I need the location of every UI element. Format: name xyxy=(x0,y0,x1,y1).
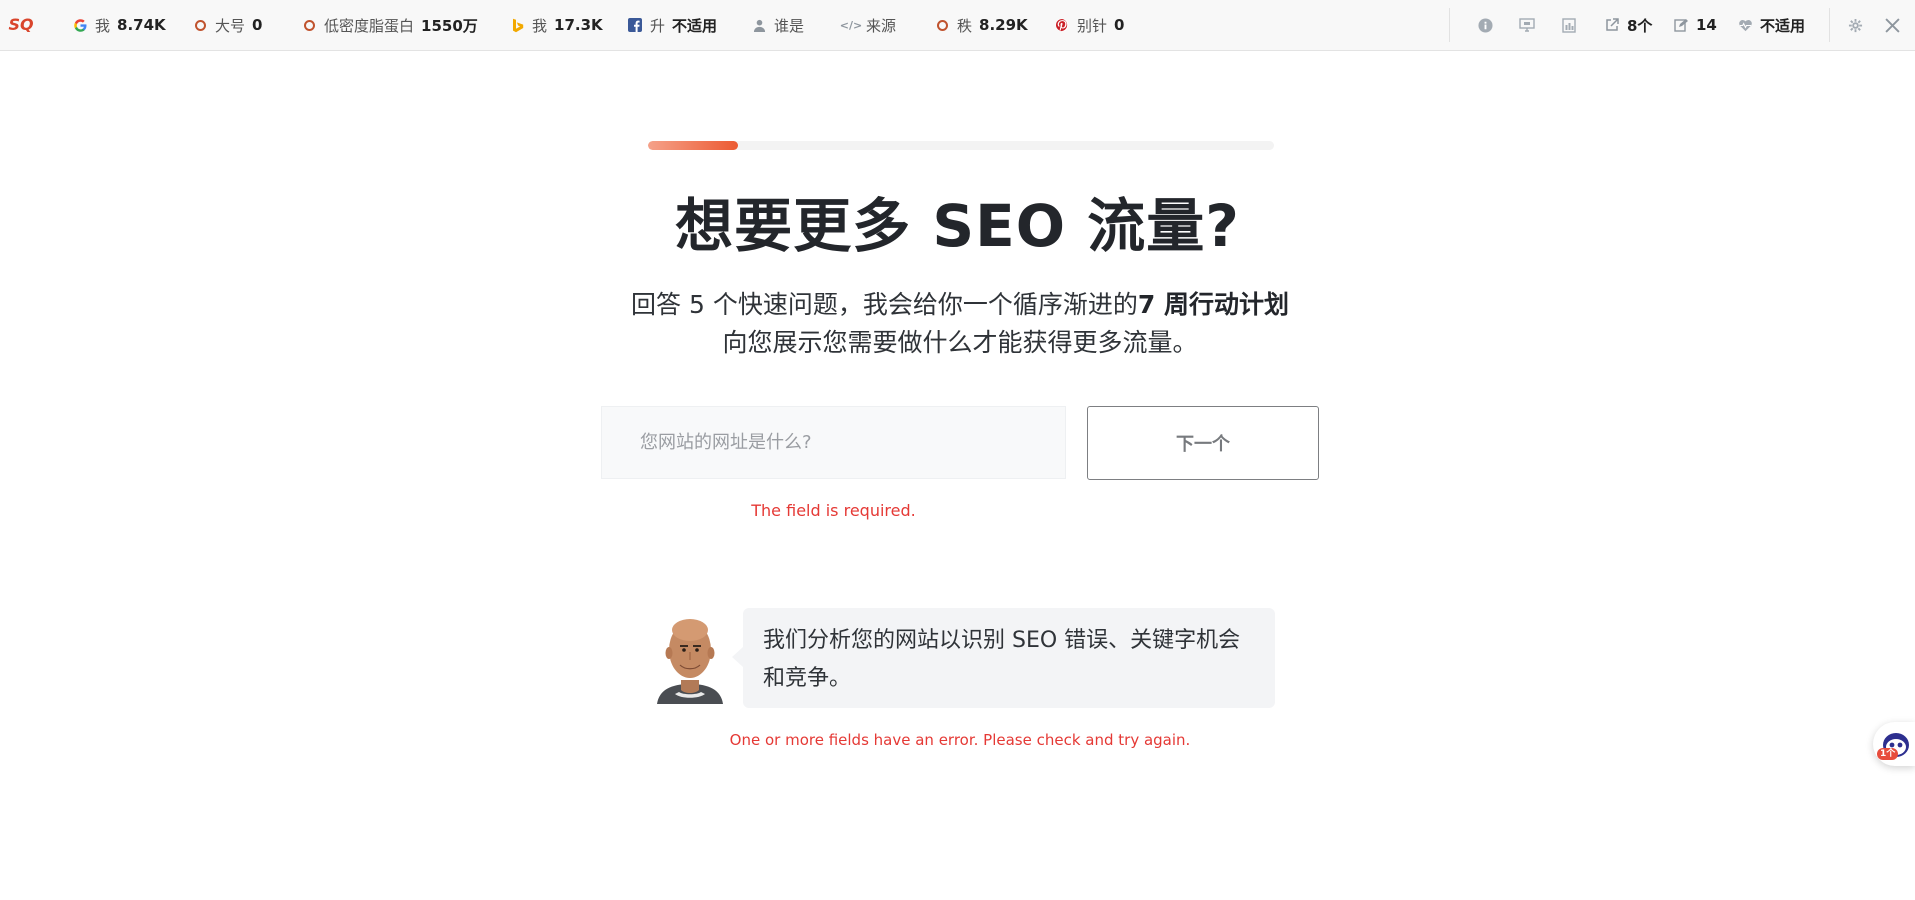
next-button[interactable]: 下一个 xyxy=(1087,406,1319,480)
page-title: 想要更多 SEO 流量? xyxy=(675,192,1240,260)
info-icon[interactable] xyxy=(1477,17,1493,33)
metric-source[interactable]: </> 来源 xyxy=(839,0,896,50)
metric-edit-count[interactable]: 14 xyxy=(1673,0,1717,50)
pinterest-icon xyxy=(1054,17,1070,33)
metric-pinterest[interactable]: 别针 0 xyxy=(1054,0,1124,50)
metric-google-index[interactable]: 我 8.74K xyxy=(72,0,166,50)
toolbar-divider xyxy=(1829,8,1830,42)
edit-icon xyxy=(1673,17,1689,33)
metric-ldp[interactable]: 低密度脂蛋白 1550万 xyxy=(301,0,478,50)
seoquake-logo[interactable]: SQ xyxy=(8,14,34,36)
seo-toolbar: SQ 我 8.74K 大号 0 低密度脂蛋白 1550万 我 17.3K 升 不… xyxy=(0,0,1915,51)
subtitle-line-2: 向您展示您需要做什么才能获得更多流量。 xyxy=(722,328,1198,357)
metric-bing-index[interactable]: 我 17.3K xyxy=(509,0,603,50)
metric-whois[interactable]: 谁是 xyxy=(751,0,804,50)
website-url-input[interactable] xyxy=(601,406,1066,479)
page-subtitle: 回答 5 个快速问题，我会给你一个循序渐进的7 周行动计划 向您展示您需要做什么… xyxy=(560,286,1360,362)
avatar xyxy=(653,610,727,704)
ring-icon xyxy=(934,17,950,33)
subtitle-highlight: 7 周行动计划 xyxy=(1137,290,1289,319)
code-icon: </> xyxy=(839,18,863,32)
external-link-icon xyxy=(1604,17,1620,33)
close-icon[interactable] xyxy=(1884,17,1900,33)
page-info-icon[interactable] xyxy=(1519,17,1535,33)
metric-external-links[interactable]: 8个 xyxy=(1604,0,1652,50)
heart-pulse-icon xyxy=(1737,17,1753,33)
metric-rank[interactable]: 秩 8.29K xyxy=(934,0,1028,50)
widget-badge: 1个 xyxy=(1877,748,1899,760)
quiz-progress-bar xyxy=(648,141,1274,150)
ring-icon xyxy=(192,17,208,33)
person-icon xyxy=(751,17,767,33)
density-icon[interactable] xyxy=(1561,17,1577,33)
metric-health[interactable]: 不适用 xyxy=(1737,0,1805,50)
metric-alexa[interactable]: 大号 0 xyxy=(192,0,262,50)
ring-icon xyxy=(301,17,317,33)
required-field-error: The field is required. xyxy=(751,501,916,520)
chat-bubble: 我们分析您的网站以识别 SEO 错误、关键字机会和竞争。 xyxy=(732,608,1275,708)
metric-facebook-likes[interactable]: 升 不适用 xyxy=(627,0,717,50)
facebook-icon xyxy=(627,17,643,33)
toolbar-divider xyxy=(1449,8,1450,42)
floating-assistant-widget[interactable]: 1个 xyxy=(1873,722,1915,766)
google-icon xyxy=(72,17,88,33)
gear-icon[interactable] xyxy=(1847,17,1863,33)
bing-icon xyxy=(509,17,525,33)
form-error-message: One or more fields have an error. Please… xyxy=(729,731,1191,749)
quiz-progress-fill xyxy=(648,141,738,150)
subtitle-line-1: 回答 5 个快速问题，我会给你一个循序渐进的7 周行动计划 xyxy=(631,290,1289,319)
